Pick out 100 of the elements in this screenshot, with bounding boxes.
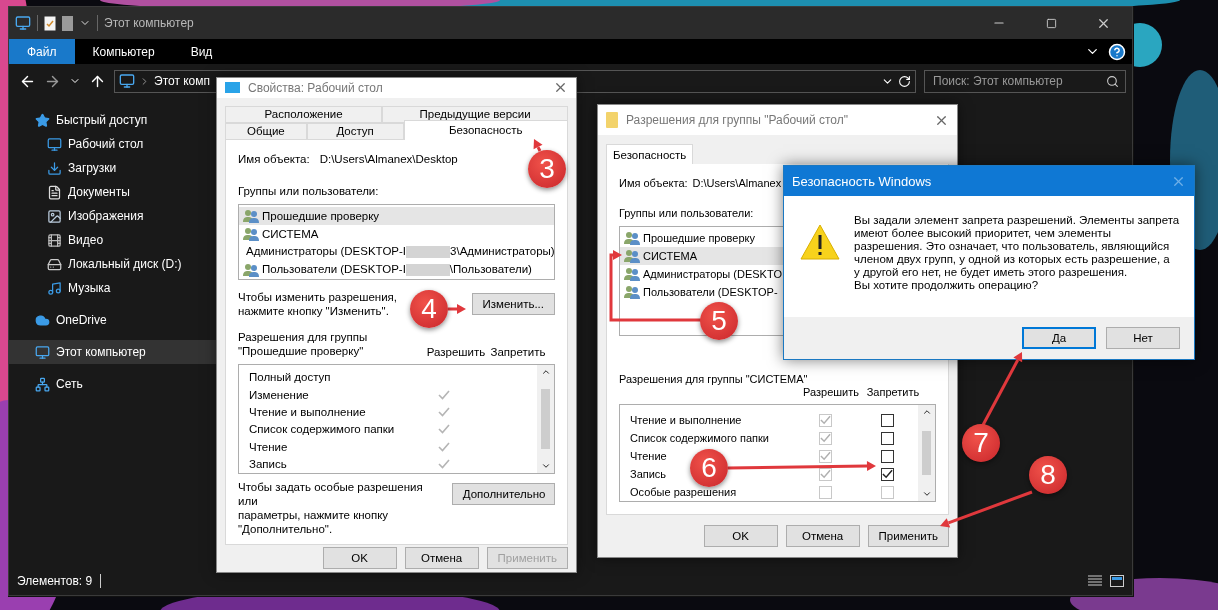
hint-text: Чтобы изменить разрешения, нажмите кнопку "Изменить". [238, 289, 398, 318]
maximize-icon [1045, 17, 1057, 29]
folder-icon[interactable] [62, 15, 73, 31]
permission-name: Особые разрешения [630, 486, 737, 498]
check-icon [438, 458, 450, 469]
sidebar-item[interactable]: Видео [9, 228, 216, 252]
tab[interactable]: Расположение [225, 105, 383, 123]
section-label: Разрешения для группы "Прошедшие проверку" [238, 329, 368, 358]
music-icon [47, 280, 62, 296]
dialog-button[interactable]: OK [322, 547, 397, 570]
download-icon [47, 160, 62, 176]
search-field[interactable]: Поиск: Этот компьютер [924, 69, 1126, 93]
arrow [448, 304, 466, 314]
scrollbar-thumb[interactable] [541, 388, 550, 449]
column-header: Запретить [865, 386, 921, 398]
computer-icon [15, 15, 31, 31]
checkbox[interactable] [880, 413, 894, 427]
list-item[interactable]: СИСТЕМА [239, 224, 554, 243]
object-path: D:\Users\Almanex [692, 176, 782, 190]
checkbox[interactable] [880, 431, 894, 445]
star-icon [35, 112, 50, 128]
sidebar-item[interactable]: Изображения [9, 204, 216, 228]
dialog-button[interactable]: Отмена [785, 525, 860, 547]
scrollbar[interactable] [537, 364, 554, 473]
permission-name: Список содержимого папки [249, 423, 395, 436]
list-item[interactable]: Прошедшие проверку [239, 206, 554, 225]
arrow [533, 139, 543, 152]
users-icon [243, 208, 259, 223]
permission-name: Запись [630, 468, 667, 480]
sidebar-item[interactable]: Загрузки [9, 156, 216, 180]
tab[interactable]: Безопасность [403, 119, 568, 140]
desktop-icon [225, 81, 240, 94]
ribbon-tab[interactable]: Файл [9, 39, 75, 64]
computer-icon [119, 73, 135, 89]
details-view-icon[interactable] [1088, 575, 1102, 587]
column-header: Запретить [489, 345, 547, 358]
permission-name: Чтение [630, 450, 667, 462]
folder-icon [606, 112, 618, 128]
status-text: Элементов: 9 [17, 574, 93, 588]
users-icon [624, 267, 640, 281]
image-icon [47, 208, 62, 224]
permission-name: Список содержимого папки [630, 432, 769, 444]
permission-name: Полный доступ [249, 371, 331, 384]
sidebar-item[interactable]: OneDrive [9, 308, 216, 332]
checkbox[interactable] [880, 467, 894, 481]
dialog-button[interactable]: Применить [867, 525, 949, 547]
change-button[interactable]: Изменить... [471, 292, 555, 315]
users-icon [624, 231, 640, 245]
permission-name: Запись [249, 457, 287, 470]
network-icon [35, 376, 50, 392]
column-header: Разрешить [425, 345, 487, 358]
scrollbar-thumb[interactable] [922, 431, 931, 475]
search-icon [1106, 74, 1119, 88]
dialog-button[interactable]: Отмена [404, 547, 479, 570]
permission-name: Чтение и выполнение [630, 414, 742, 426]
permission-name: Чтение и выполнение [249, 405, 366, 418]
help-icon [1108, 42, 1126, 61]
checkbox[interactable] [880, 449, 894, 463]
warning-icon [800, 224, 840, 260]
tiles-view-icon[interactable] [1110, 575, 1124, 587]
sidebar-item[interactable]: Сеть [9, 372, 216, 396]
permission-name: Изменение [249, 388, 309, 401]
cloud-icon [35, 312, 50, 328]
scrollbar[interactable] [918, 405, 935, 501]
advanced-button[interactable]: Дополнительно [451, 482, 555, 505]
chevron-down-icon [921, 489, 932, 499]
users-icon [624, 285, 640, 299]
dialog-button[interactable]: Да [1022, 327, 1096, 349]
drive-icon [47, 256, 62, 272]
tab[interactable]: Безопасность [606, 144, 694, 164]
list-item[interactable]: Администраторы (DESKTOP-I 3\Администраторы) [239, 242, 554, 261]
list-item[interactable]: Пользователи (DESKTOP-I \Пользователи) [239, 260, 554, 279]
check-icon [438, 406, 450, 417]
sidebar-item[interactable]: Этот компьютер [9, 340, 216, 364]
sidebar-item[interactable]: Локальный диск (D:) [9, 252, 216, 276]
computer-icon [35, 344, 50, 360]
tab[interactable]: Предыдущие версии [382, 105, 568, 123]
users-icon [243, 226, 259, 241]
film-icon [47, 232, 62, 248]
users-icon [243, 262, 259, 277]
window-title: Этот компьютер [104, 16, 194, 30]
dialog-button[interactable]: OK [703, 525, 778, 547]
sidebar-item[interactable]: Музыка [9, 276, 216, 300]
dialog-title: Безопасность Windows [792, 173, 932, 189]
sidebar-item[interactable]: Быстрый доступ [9, 108, 216, 132]
field-label: Имя объекта: [619, 176, 688, 190]
groups-list[interactable]: Прошедшие проверку СИСТЕМА Администраторы (DESKTOP-I 3\Администраторы) Пользователи (DESKTOP-I \Пользователи) [238, 203, 555, 280]
checklist-icon[interactable] [44, 15, 56, 31]
column-header: Разрешить [802, 386, 860, 398]
permission-name: Чтение [249, 440, 288, 453]
ribbon-tab[interactable]: Вид [172, 39, 231, 64]
refresh-icon[interactable] [898, 74, 911, 88]
object-path: D:\Users\Almanex\Desktop [319, 151, 458, 166]
section-label: Группы или пользователи: [238, 183, 380, 198]
sidebar-item[interactable]: Рабочий стол [9, 132, 216, 156]
sidebar-item[interactable]: Документы [9, 180, 216, 204]
chevron-up-icon [921, 407, 932, 417]
users-icon [624, 249, 640, 263]
ribbon-tab[interactable]: Компьютер [74, 39, 173, 64]
check-icon [438, 389, 450, 400]
